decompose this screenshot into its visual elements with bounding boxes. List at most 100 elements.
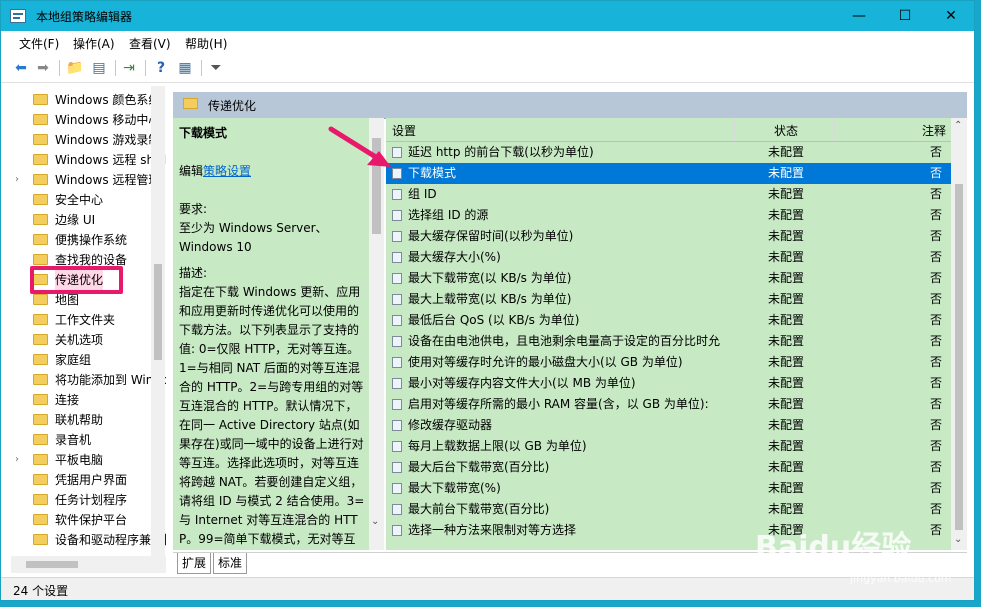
- tree-item[interactable]: 家庭组: [11, 350, 161, 370]
- column-divider[interactable]: [834, 118, 835, 141]
- setting-name: 修改缓存驱动器: [408, 418, 493, 432]
- menu-view[interactable]: 查看(V): [129, 35, 171, 52]
- tree-item-label: 连接: [55, 393, 80, 407]
- scrollbar-thumb[interactable]: [955, 184, 963, 530]
- column-setting[interactable]: 设置: [392, 122, 416, 139]
- navigation-tree[interactable]: Windows 颜色系统 Windows 移动中心 Windows 游戏录制 Wind…: [11, 86, 166, 556]
- tree-item[interactable]: 关机选项: [11, 330, 161, 350]
- column-state[interactable]: 状态: [774, 122, 798, 139]
- setting-state: 未配置: [768, 292, 805, 306]
- table-row[interactable]: 延迟 http 的前台下载(以秒为单位) 未配置 否: [386, 142, 951, 163]
- folder-icon: [33, 494, 48, 505]
- menu-action[interactable]: 操作(A): [73, 35, 115, 52]
- policy-setting-icon: [392, 504, 402, 515]
- table-row[interactable]: 选择组 ID 的源 未配置 否: [386, 205, 951, 226]
- table-row[interactable]: 最大下载带宽(以 KB/s 为单位) 未配置 否: [386, 268, 951, 289]
- tree-item[interactable]: 工作文件夹: [11, 310, 161, 330]
- tab-extended[interactable]: 扩展: [177, 553, 212, 574]
- export-list-icon[interactable]: ⇥: [119, 58, 139, 78]
- tree-item-label: 凭据用户界面: [55, 473, 128, 487]
- show-hide-tree-icon[interactable]: ▤: [89, 58, 109, 78]
- tree-item[interactable]: 连接: [11, 390, 161, 410]
- help-icon[interactable]: ?: [151, 58, 171, 78]
- tree-item-label: 工作文件夹: [55, 313, 116, 327]
- tree-horizontal-scrollbar[interactable]: [11, 556, 166, 573]
- folder-icon: [33, 374, 48, 385]
- scroll-up-icon[interactable]: ⌃: [954, 120, 962, 131]
- setting-note: 否: [930, 229, 943, 243]
- tree-item[interactable]: › Windows 远程管理: [11, 170, 161, 190]
- tree-item[interactable]: Windows 移动中心: [11, 110, 161, 130]
- maximize-button[interactable]: ☐: [882, 1, 928, 31]
- tree-item[interactable]: 录音机: [11, 430, 161, 450]
- edit-policy-link[interactable]: 策略设置: [203, 164, 251, 178]
- scrollbar-thumb[interactable]: [26, 561, 78, 568]
- tree-item[interactable]: 边缘 UI: [11, 210, 161, 230]
- edit-prefix: 编辑: [179, 164, 204, 178]
- panel-header: 传递优化: [173, 92, 967, 119]
- tree-item[interactable]: 任务计划程序: [11, 490, 161, 510]
- table-row[interactable]: 每月上载数据上限(以 GB 为单位) 未配置 否: [386, 436, 951, 457]
- policy-setting-icon: [392, 315, 402, 326]
- folder-icon: [33, 234, 48, 245]
- tree-item[interactable]: Windows 颜色系统: [11, 90, 161, 110]
- back-icon[interactable]: ⬅: [11, 58, 31, 78]
- tree-item[interactable]: 设备和驱动程序兼容性: [11, 530, 166, 550]
- tree-item-label: 边缘 UI: [55, 213, 96, 227]
- properties-icon[interactable]: ▦: [175, 58, 195, 78]
- policy-setting-icon: [392, 189, 402, 200]
- policy-setting-icon: [392, 252, 402, 263]
- filter-icon[interactable]: ⏷: [206, 58, 226, 78]
- scrollbar-thumb[interactable]: [154, 264, 162, 360]
- tab-standard[interactable]: 标准: [213, 553, 248, 574]
- tree-vertical-scrollbar[interactable]: [151, 86, 165, 556]
- tree-item[interactable]: › 平板电脑: [11, 450, 161, 470]
- up-folder-icon[interactable]: 📁: [65, 58, 85, 78]
- tree-item[interactable]: 便携操作系统: [11, 230, 161, 250]
- setting-state: 未配置: [768, 271, 805, 285]
- table-row[interactable]: 下载模式 未配置 否: [386, 163, 951, 184]
- setting-note: 否: [930, 292, 943, 306]
- list-scrollbar[interactable]: ⌃ ⌄: [951, 118, 967, 550]
- tree-item[interactable]: 凭据用户界面: [11, 470, 161, 490]
- table-row[interactable]: 组 ID 未配置 否: [386, 184, 951, 205]
- table-row[interactable]: 最小对等缓存内容文件大小(以 MB 为单位) 未配置 否: [386, 373, 951, 394]
- table-row[interactable]: 最大前台下载带宽(百分比) 未配置 否: [386, 499, 951, 520]
- setting-name: 最大后台下载带宽(百分比): [408, 460, 550, 474]
- scroll-down-icon[interactable]: ⌄: [954, 534, 962, 545]
- tree-item[interactable]: 安全中心: [11, 190, 161, 210]
- table-row[interactable]: 最大上载带宽(以 KB/s 为单位) 未配置 否: [386, 289, 951, 310]
- minimize-button[interactable]: —: [836, 1, 882, 31]
- table-row[interactable]: 最大下载带宽(%) 未配置 否: [386, 478, 951, 499]
- setting-name: 选择组 ID 的源: [408, 208, 489, 222]
- table-row[interactable]: 最大缓存保留时间(以秒为单位) 未配置 否: [386, 226, 951, 247]
- close-button[interactable]: ✕: [928, 1, 974, 31]
- setting-name: 每月上载数据上限(以 GB 为单位): [408, 439, 587, 453]
- tree-item[interactable]: Windows 游戏录制: [11, 130, 161, 150]
- tree-item[interactable]: 联机帮助: [11, 410, 161, 430]
- tree-item-label: Windows 远程管理: [55, 173, 161, 187]
- table-row[interactable]: 最大缓存大小(%) 未配置 否: [386, 247, 951, 268]
- scroll-down-icon[interactable]: ⌄: [371, 516, 379, 527]
- tree-item[interactable]: Windows 远程 shell: [11, 150, 166, 170]
- menu-help[interactable]: 帮助(H): [185, 35, 227, 52]
- forward-icon[interactable]: ➡: [33, 58, 53, 78]
- toolbar-separator: [201, 60, 202, 76]
- table-row[interactable]: 修改缓存驱动器 未配置 否: [386, 415, 951, 436]
- table-row[interactable]: 启用对等缓存所需的最小 RAM 容量(含，以 GB 为单位): 未配置 否: [386, 394, 951, 415]
- table-row[interactable]: 最大后台下载带宽(百分比) 未配置 否: [386, 457, 951, 478]
- tree-item[interactable]: 将功能添加到 Windows: [11, 370, 166, 390]
- table-row[interactable]: 设备在由电池供电，且电池剩余电量高于设定的百分比时允 未配置 否: [386, 331, 951, 352]
- menu-file[interactable]: 文件(F): [19, 35, 59, 52]
- table-row[interactable]: 最低后台 QoS (以 KB/s 为单位) 未配置 否: [386, 310, 951, 331]
- setting-note: 否: [930, 397, 943, 411]
- setting-state: 未配置: [768, 502, 805, 516]
- column-note[interactable]: 注释: [922, 122, 946, 139]
- tree-item[interactable]: 软件保护平台: [11, 510, 161, 530]
- expand-arrow-icon[interactable]: ›: [15, 450, 19, 470]
- description-scrollbar[interactable]: ⌄: [369, 118, 384, 550]
- expand-arrow-icon[interactable]: ›: [15, 170, 19, 190]
- policy-setting-icon: [392, 525, 402, 536]
- table-row[interactable]: 使用对等缓存时允许的最小磁盘大小(以 GB 为单位) 未配置 否: [386, 352, 951, 373]
- column-divider[interactable]: [734, 118, 735, 141]
